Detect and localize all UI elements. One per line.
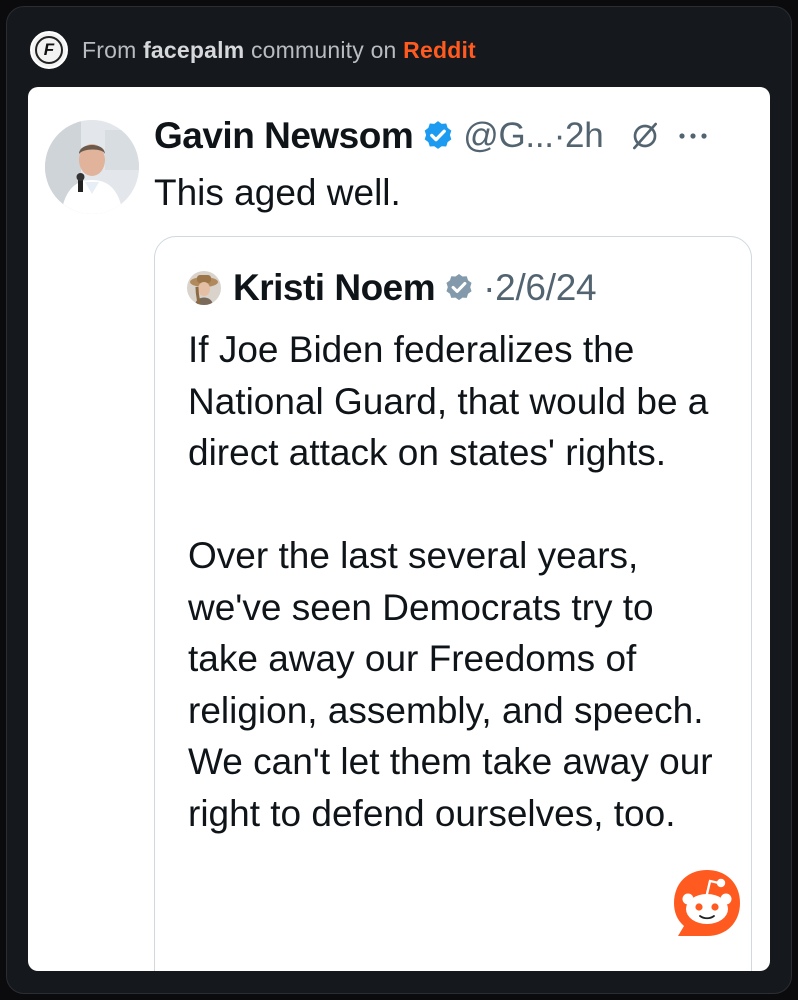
source-prefix: From [82, 36, 137, 63]
tweet-time[interactable]: ·2h [554, 116, 604, 156]
tweet-header: Gavin Newsom @G... ·2h [154, 111, 752, 161]
source-line: From facepalm community on Reddit [82, 37, 476, 64]
reddit-snoo-icon[interactable] [670, 866, 744, 940]
community-name-link[interactable]: facepalm [143, 37, 244, 63]
verified-badge-icon [424, 121, 452, 149]
quoted-paragraph-1: If Joe Biden federalizes the National Gu… [188, 329, 709, 473]
quoted-author-name[interactable]: Kristi Noem [233, 267, 436, 309]
facepalm-logo-icon[interactable]: F [30, 31, 68, 69]
tweet-card: Gavin Newsom @G... ·2h This aged well. K… [28, 87, 770, 971]
tweet-text: This aged well. [154, 172, 401, 213]
reddit-header: F From facepalm community on Reddit [30, 30, 476, 70]
quoted-tweet-header: Kristi Noem ·2/6/24 [187, 263, 597, 313]
quoted-tweet-date[interactable]: ·2/6/24 [483, 267, 596, 309]
verified-badge-icon [446, 274, 472, 301]
quoted-paragraph-2: Over the last several years, we've seen … [188, 535, 713, 834]
quoted-tweet-body: If Joe Biden federalizes the National Gu… [188, 324, 728, 839]
author-name[interactable]: Gavin Newsom [154, 115, 414, 157]
quoted-tweet[interactable]: Kristi Noem ·2/6/24 If Joe Biden federal… [154, 236, 752, 971]
source-middle: community on [250, 36, 397, 63]
quoted-author-avatar[interactable] [187, 271, 221, 305]
more-options-icon[interactable] [677, 131, 709, 141]
author-avatar[interactable] [45, 120, 139, 214]
grok-icon[interactable] [629, 120, 661, 152]
platform-name-link[interactable]: Reddit [403, 37, 476, 63]
author-handle[interactable]: @G... [463, 116, 554, 156]
